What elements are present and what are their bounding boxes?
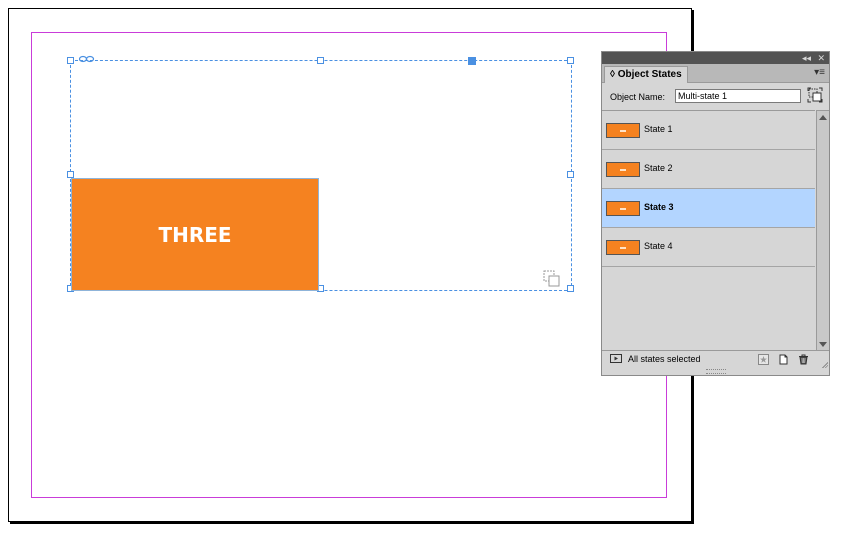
collapse-panel-button[interactable]: ◂◂ (802, 52, 811, 64)
chain-link-icon (79, 55, 95, 63)
state-row-3[interactable]: State 3 (602, 189, 815, 228)
close-panel-button[interactable]: ✕ (817, 52, 825, 64)
state-thumbnail (606, 201, 640, 216)
state-row-1[interactable]: State 1 (602, 111, 815, 150)
panel-drag-grip[interactable] (706, 369, 726, 374)
handle-top-right[interactable] (567, 57, 574, 64)
state-row-4[interactable]: State 4 (602, 228, 815, 267)
panel-footer: All states selected (602, 350, 829, 369)
tab-label: Object States (617, 69, 682, 80)
scroll-down-arrow-icon[interactable] (819, 342, 827, 347)
convert-to-mso-icon[interactable] (807, 87, 823, 103)
handle-top-anchor[interactable] (468, 57, 476, 65)
panel-title-bar[interactable]: ◂◂ ✕ (602, 52, 829, 64)
state-thumbnail (606, 123, 640, 138)
state-content-frame[interactable]: THREE (71, 178, 319, 291)
state-list: State 1 State 2 State 3 State 4 (602, 110, 815, 351)
state-label: State 3 (644, 202, 674, 212)
state-list-scrollbar[interactable] (816, 110, 829, 351)
object-states-panel: ◂◂ ✕ ◊ Object States ▾≡ Object Name: Sta… (601, 51, 830, 376)
handle-middle-right[interactable] (567, 171, 574, 178)
resize-grip-icon[interactable] (821, 361, 828, 368)
trash-icon[interactable] (798, 354, 809, 365)
preview-spread-icon[interactable] (610, 354, 622, 364)
handle-top-middle[interactable] (317, 57, 324, 64)
object-name-row: Object Name: (602, 83, 829, 107)
panel-tab-row: ◊ Object States ▾≡ (602, 64, 829, 83)
handle-middle-left[interactable] (67, 171, 74, 178)
state-thumbnail (606, 162, 640, 177)
frame-text: THREE (158, 222, 232, 247)
state-label: State 1 (644, 124, 673, 134)
handle-bottom-right[interactable] (567, 285, 574, 292)
panel-menu-icon[interactable]: ▾≡ (814, 67, 825, 78)
object-name-input[interactable] (675, 89, 801, 103)
tab-arrows-icon: ◊ (610, 69, 615, 80)
state-thumbnail (606, 240, 640, 255)
multi-state-object-icon (543, 270, 560, 287)
footer-status: All states selected (628, 354, 701, 364)
state-row-2[interactable]: State 2 (602, 150, 815, 189)
multi-state-object-frame[interactable]: THREE (67, 55, 574, 292)
state-label: State 2 (644, 163, 673, 173)
document-page: THREE (8, 8, 692, 522)
state-label: State 4 (644, 241, 673, 251)
star-icon[interactable] (758, 354, 769, 365)
handle-top-left[interactable] (67, 57, 74, 64)
new-state-icon[interactable] (778, 354, 789, 365)
scroll-up-arrow-icon[interactable] (819, 115, 827, 120)
object-name-label: Object Name: (610, 92, 666, 102)
tab-object-states[interactable]: ◊ Object States (604, 66, 688, 83)
